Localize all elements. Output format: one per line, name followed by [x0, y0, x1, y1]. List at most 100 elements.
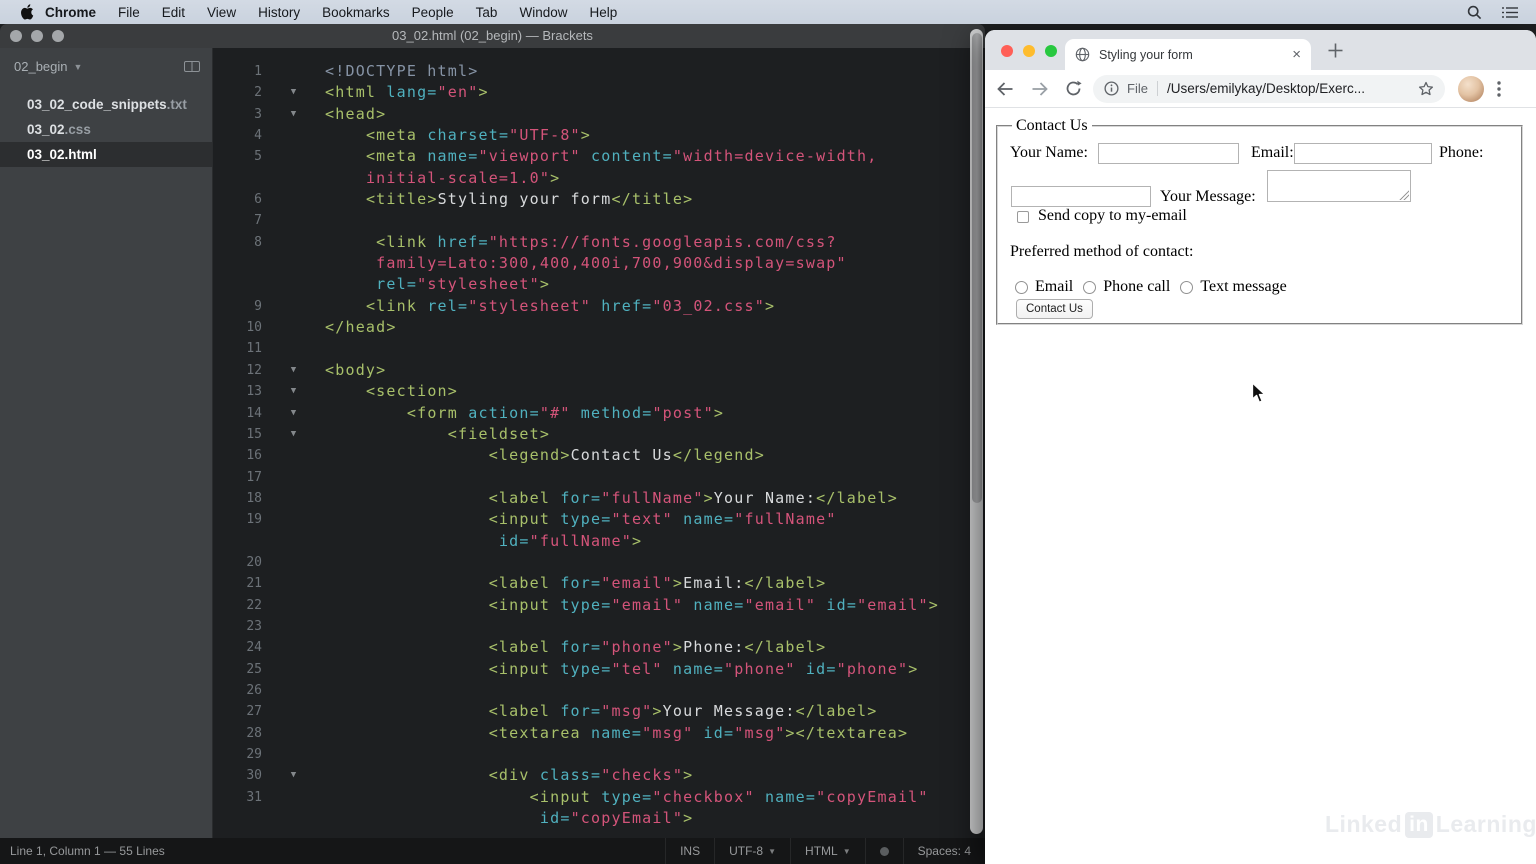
- bookmark-star-icon[interactable]: [1418, 81, 1434, 97]
- menu-people[interactable]: People: [401, 5, 465, 20]
- code-line[interactable]: 5 <meta name="viewport" content="width=d…: [213, 146, 985, 167]
- reload-button[interactable]: [1065, 80, 1082, 97]
- menu-tab[interactable]: Tab: [465, 5, 509, 20]
- code-line[interactable]: 4 <meta charset="UTF-8">: [213, 125, 985, 146]
- name-input[interactable]: [1098, 143, 1239, 164]
- fold-arrow-icon[interactable]: ▼: [262, 765, 325, 786]
- phone-input[interactable]: [1011, 186, 1151, 207]
- split-view-icon[interactable]: [184, 61, 200, 72]
- code-editor[interactable]: 1 <!DOCTYPE html> 2 ▼ <html lang="en"> 3 ▼ <hea…: [213, 48, 985, 838]
- file-item-03_02_code_snippets[interactable]: 03_02_code_snippets.txt: [0, 92, 212, 117]
- status-utf-8[interactable]: UTF-8 ▼: [714, 838, 790, 864]
- radio-button[interactable]: [1015, 280, 1028, 294]
- code-line[interactable]: 29: [213, 744, 985, 765]
- code-line[interactable]: 12 ▼ <body>: [213, 360, 985, 381]
- fold-arrow-icon[interactable]: ▼: [262, 381, 325, 402]
- code-line[interactable]: id="fullName">: [213, 531, 985, 552]
- code-line[interactable]: 30 ▼ <div class="checks">: [213, 765, 985, 786]
- code-line[interactable]: family=Lato:300,400,400i,700,900&display…: [213, 253, 985, 274]
- apple-menu-icon[interactable]: [20, 4, 34, 20]
- profile-avatar[interactable]: [1458, 75, 1484, 102]
- code-line[interactable]: 8 <link href="https://fonts.googleapis.c…: [213, 232, 985, 253]
- menu-history[interactable]: History: [247, 5, 311, 20]
- code-line[interactable]: rel="stylesheet">: [213, 274, 985, 295]
- project-dropdown[interactable]: 02_begin ▼: [0, 48, 212, 78]
- code-line[interactable]: 11: [213, 338, 985, 359]
- page-info-icon[interactable]: [1104, 81, 1119, 96]
- code-line[interactable]: 1 <!DOCTYPE html>: [213, 61, 985, 82]
- menu-edit[interactable]: Edit: [151, 5, 196, 20]
- browser-tab[interactable]: Styling your form ×: [1065, 39, 1311, 70]
- code-line[interactable]: 6 <title>Styling your form</title>: [213, 189, 985, 210]
- fold-arrow-icon[interactable]: ▼: [262, 424, 325, 445]
- code-line[interactable]: 2 ▼ <html lang="en">: [213, 82, 985, 103]
- code-line[interactable]: 10 </head>: [213, 317, 985, 338]
- status-html[interactable]: HTML ▼: [790, 838, 865, 864]
- code-line[interactable]: 18 <label for="fullName">Your Name:</lab…: [213, 488, 985, 509]
- send-copy-checkbox[interactable]: [1017, 211, 1029, 223]
- scrollbar-thumb[interactable]: [971, 33, 982, 503]
- status-spaces-4[interactable]: Spaces: 4: [902, 838, 985, 864]
- code-line[interactable]: id="copyEmail">: [213, 808, 985, 829]
- back-button[interactable]: [997, 81, 1014, 97]
- email-input[interactable]: [1294, 143, 1432, 164]
- fold-arrow-icon[interactable]: ▼: [262, 360, 325, 381]
- health-dot-icon[interactable]: [864, 838, 903, 864]
- code-line[interactable]: 24 <label for="phone">Phone:</label>: [213, 637, 985, 658]
- zoom-window-button[interactable]: [52, 30, 64, 42]
- fold-arrow-icon[interactable]: ▼: [262, 104, 325, 125]
- zoom-window-button[interactable]: [1045, 45, 1057, 57]
- editor-scrollbar[interactable]: [970, 29, 983, 834]
- fold-arrow-icon[interactable]: ▼: [262, 403, 325, 424]
- code-line[interactable]: 14 ▼ <form action="#" method="post">: [213, 403, 985, 424]
- code-line[interactable]: 13 ▼ <section>: [213, 381, 985, 402]
- minimize-window-button[interactable]: [1023, 45, 1035, 57]
- forward-button[interactable]: [1031, 81, 1048, 97]
- code-line[interactable]: 15 ▼ <fieldset>: [213, 424, 985, 445]
- file-item-03_02[interactable]: 03_02.css: [0, 117, 212, 142]
- code-line[interactable]: 28 <textarea name="msg" id="msg"></texta…: [213, 723, 985, 744]
- file-name: 03_02: [27, 122, 65, 137]
- line-number: [213, 253, 262, 274]
- radio-button[interactable]: [1180, 280, 1194, 294]
- address-bar[interactable]: File /Users/emilykay/Desktop/Exerc...: [1093, 74, 1445, 103]
- menu-view[interactable]: View: [196, 5, 247, 20]
- close-window-button[interactable]: [1001, 45, 1013, 57]
- fold-arrow-icon[interactable]: ▼: [262, 82, 325, 103]
- menu-chrome[interactable]: Chrome: [34, 5, 107, 20]
- submit-button[interactable]: Contact Us: [1016, 299, 1093, 319]
- message-textarea[interactable]: [1267, 170, 1411, 202]
- code-line[interactable]: 9 <link rel="stylesheet" href="03_02.css…: [213, 296, 985, 317]
- code-line[interactable]: 19 <input type="text" name="fullName": [213, 509, 985, 530]
- minimize-window-button[interactable]: [31, 30, 43, 42]
- chrome-menu-icon[interactable]: [1497, 80, 1501, 97]
- status-ins[interactable]: INS: [665, 838, 714, 864]
- close-window-button[interactable]: [10, 30, 22, 42]
- code-line[interactable]: 31 <input type="checkbox" name="copyEmai…: [213, 787, 985, 808]
- code-line[interactable]: initial-scale=1.0">: [213, 168, 985, 189]
- code-line[interactable]: 7: [213, 210, 985, 231]
- code-line[interactable]: 26: [213, 680, 985, 701]
- menu-window[interactable]: Window: [508, 5, 578, 20]
- close-tab-icon[interactable]: ×: [1292, 47, 1301, 62]
- file-item-03_02.html[interactable]: 03_02.html: [0, 142, 212, 167]
- code-line[interactable]: 3 ▼ <head>: [213, 104, 985, 125]
- brackets-title-bar[interactable]: 03_02.html (02_begin) — Brackets: [0, 24, 985, 48]
- menu-list-icon[interactable]: [1502, 6, 1518, 19]
- radio-button[interactable]: [1083, 280, 1097, 294]
- code-line[interactable]: 20: [213, 552, 985, 573]
- spotlight-search-icon[interactable]: [1467, 5, 1482, 20]
- message-label: Your Message:: [1160, 188, 1256, 205]
- new-tab-button[interactable]: [1327, 42, 1344, 59]
- resize-grip-icon[interactable]: [1399, 190, 1409, 200]
- menu-file[interactable]: File: [107, 5, 151, 20]
- code-line[interactable]: 23: [213, 616, 985, 637]
- code-line[interactable]: 16 <legend>Contact Us</legend>: [213, 445, 985, 466]
- menu-help[interactable]: Help: [578, 5, 628, 20]
- code-line[interactable]: 21 <label for="email">Email:</label>: [213, 573, 985, 594]
- code-line[interactable]: 17: [213, 467, 985, 488]
- code-line[interactable]: 27 <label for="msg">Your Message:</label…: [213, 701, 985, 722]
- code-line[interactable]: 25 <input type="tel" name="phone" id="ph…: [213, 659, 985, 680]
- code-line[interactable]: 22 <input type="email" name="email" id="…: [213, 595, 985, 616]
- menu-bookmarks[interactable]: Bookmarks: [311, 5, 401, 20]
